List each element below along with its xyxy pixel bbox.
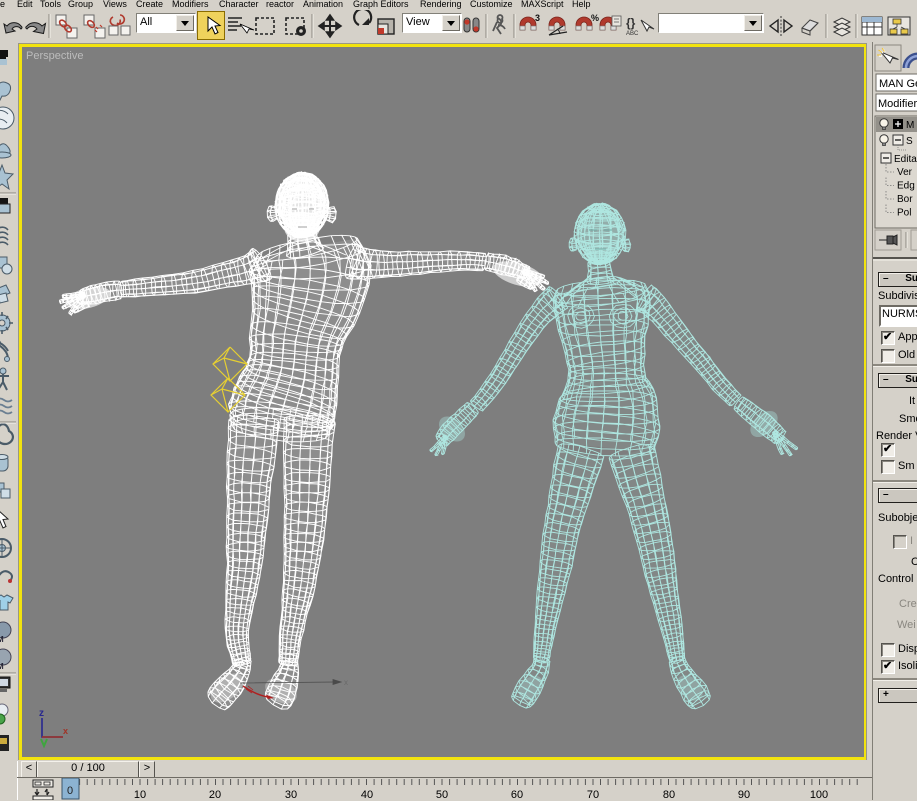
svg-text:M: M: [906, 120, 914, 131]
svg-text:10: 10: [134, 789, 146, 800]
svg-text:Ver: Ver: [897, 167, 913, 178]
svg-text:90: 90: [738, 789, 750, 800]
svg-text:S: S: [906, 136, 913, 147]
svg-text:x: x: [63, 726, 68, 736]
svg-text:ABC: ABC: [626, 31, 639, 37]
svg-text:z: z: [39, 708, 44, 719]
svg-text:{}: {}: [626, 16, 636, 30]
svg-text:20: 20: [209, 789, 221, 800]
svg-text:50: 50: [436, 789, 448, 800]
svg-text:M: M: [0, 662, 4, 671]
svg-text:MAN Ge: MAN Ge: [879, 78, 917, 90]
svg-text:Edg: Edg: [897, 181, 915, 192]
svg-text:0: 0: [67, 785, 73, 797]
svg-text:3: 3: [535, 13, 540, 23]
svg-text:Bor: Bor: [897, 194, 913, 205]
svg-text:Edita: Edita: [894, 154, 917, 165]
svg-text:100: 100: [810, 789, 828, 800]
svg-text:40: 40: [361, 789, 373, 800]
svg-text:x: x: [344, 678, 348, 687]
svg-text:Modifier L: Modifier L: [878, 98, 917, 110]
svg-text:Pol: Pol: [897, 208, 911, 219]
svg-text:%: %: [591, 13, 599, 23]
svg-text:80: 80: [663, 789, 675, 800]
svg-text:M: M: [0, 635, 4, 644]
svg-text:30: 30: [285, 789, 297, 800]
svg-text:60: 60: [511, 789, 523, 800]
svg-text:70: 70: [587, 789, 599, 800]
